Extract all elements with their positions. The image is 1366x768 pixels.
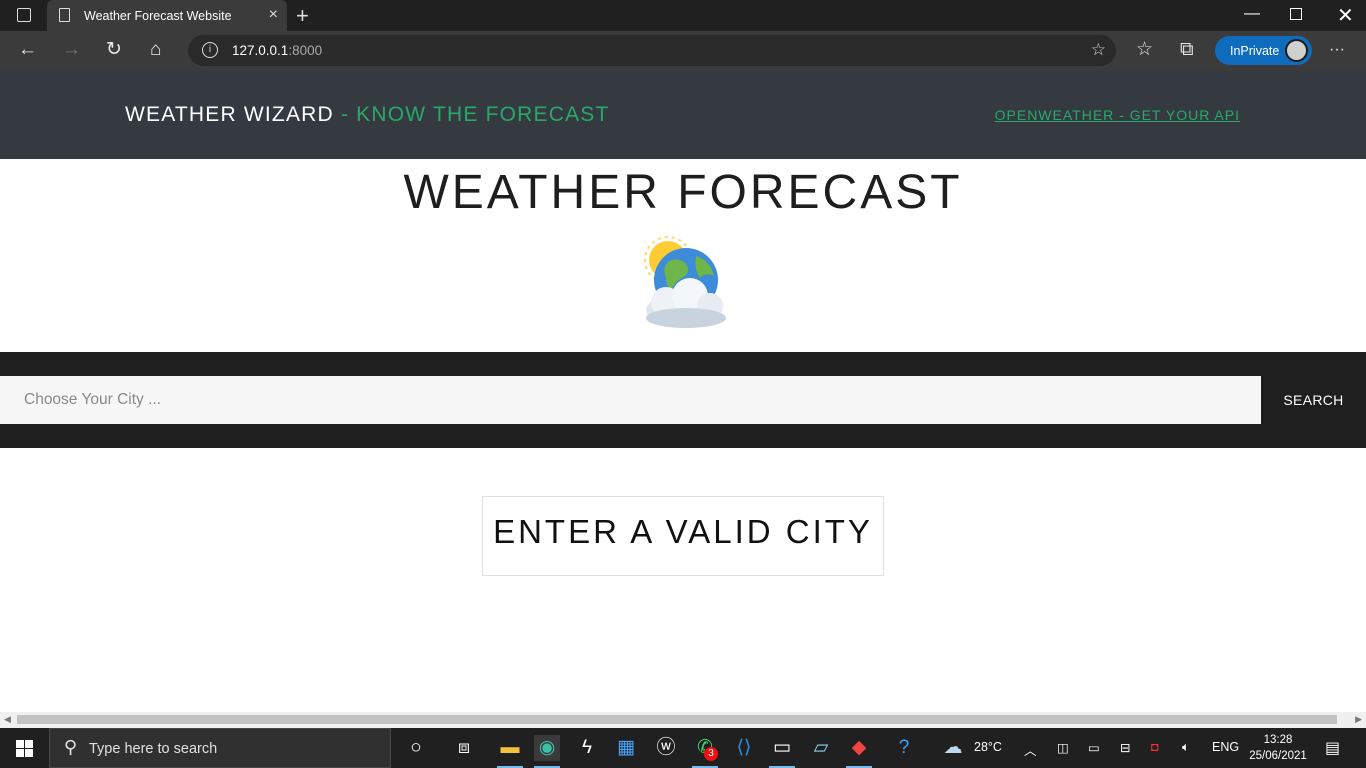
clock-time: 13:28 (1263, 734, 1293, 746)
network-icon[interactable]: ⊟ (1120, 740, 1130, 755)
site-brand[interactable]: WEATHER WIZARD - KNOW THE FORECAST (125, 103, 610, 127)
scroll-right-icon[interactable]: ▶ (1355, 714, 1362, 725)
word-app-icon[interactable]: ⓦ (653, 735, 679, 761)
browser-tab-strip: Weather Forecast Website × + — ✕ (0, 0, 1366, 31)
site-info-icon[interactable]: i (202, 42, 218, 58)
avatar (1285, 39, 1308, 62)
forward-icon[interactable]: → (62, 40, 81, 60)
address-bar[interactable]: i 127.0.0.1:8000 ☆ (188, 35, 1116, 66)
taskbar-search-placeholder: Type here to search (89, 741, 218, 757)
add-favorite-icon[interactable]: ☆ (1091, 40, 1106, 60)
tab-title: Weather Forecast Website (84, 9, 232, 23)
taskbar-clock[interactable]: 13:28 25/06/2021 (1246, 732, 1310, 764)
close-window-icon[interactable]: ✕ (1337, 3, 1354, 28)
minimize-icon[interactable]: — (1244, 5, 1260, 23)
search-icon: ⚲ (64, 737, 78, 757)
city-search-input[interactable] (0, 376, 1261, 424)
close-tab-icon[interactable]: × (269, 6, 278, 24)
scrollbar-thumb[interactable] (17, 715, 1337, 724)
collections-icon[interactable]: ⧉ (1180, 40, 1194, 60)
language-indicator[interactable]: ENG (1212, 740, 1239, 754)
git-icon[interactable]: ◆ (846, 735, 872, 768)
weather-temperature[interactable]: 28°C (974, 740, 1002, 754)
clock-date: 25/06/2021 (1249, 750, 1307, 762)
new-tab-icon[interactable]: + (296, 3, 309, 29)
more-options-icon[interactable]: ··· (1329, 40, 1345, 60)
vscode-icon[interactable]: ⟨⟩ (731, 735, 757, 761)
scroll-left-icon[interactable]: ◀ (4, 714, 11, 725)
whatsapp-badge: 3 (704, 747, 718, 761)
inprivate-label: InPrivate (1230, 44, 1280, 58)
page-title: WEATHER FORECAST (403, 166, 963, 219)
cortana-icon[interactable]: ○ (403, 735, 429, 761)
terminal-icon[interactable]: ▭ (769, 735, 795, 768)
inprivate-profile-button[interactable]: InPrivate (1215, 36, 1312, 65)
page-icon (59, 8, 70, 22)
windows-start-icon[interactable] (16, 740, 33, 757)
search-section: SEARCH (0, 352, 1366, 448)
whatsapp-icon[interactable]: ✆ 3 (692, 735, 718, 768)
meet-now-icon[interactable]: ◫ (1057, 740, 1069, 755)
favorites-icon[interactable]: ☆ (1136, 40, 1153, 60)
browser-tab[interactable]: Weather Forecast Website × (47, 0, 287, 31)
microsoft-store-icon[interactable]: ▦ (613, 735, 639, 761)
action-center-icon[interactable]: ▤ (1325, 738, 1340, 758)
taskbar-search-box[interactable]: ⚲ Type here to search (49, 728, 391, 768)
home-icon[interactable]: ⌂ (150, 40, 161, 60)
url-text: 127.0.0.1:8000 (232, 43, 323, 58)
tab-actions-icon[interactable] (17, 8, 31, 22)
battery-icon[interactable]: ▭ (1088, 740, 1100, 755)
back-icon[interactable]: ← (18, 40, 37, 60)
file-explorer-icon[interactable]: ▬ (497, 735, 523, 768)
notification-badge-icon[interactable]: ◘ (1151, 740, 1159, 754)
windows-taskbar: ⚲ Type here to search ○ ⧈ ▬ ◉ ϟ ▦ ⓦ ✆ 3 … (0, 728, 1366, 768)
brand-tagline: - KNOW THE FORECAST (333, 103, 610, 126)
brand-name: WEATHER WIZARD (125, 103, 334, 126)
help-icon[interactable]: ? (891, 735, 917, 761)
site-navbar: WEATHER WIZARD - KNOW THE FORECAST OPENW… (0, 71, 1366, 159)
horizontal-scrollbar[interactable]: ◀ ▶ (0, 712, 1366, 728)
show-hidden-icons-icon[interactable]: ︿ (1024, 740, 1037, 759)
notepad-icon[interactable]: ▱ (808, 735, 834, 761)
error-message: ENTER A VALID CITY (482, 496, 884, 576)
task-view-icon[interactable]: ⧈ (451, 735, 477, 761)
sublime-text-icon[interactable]: ϟ (574, 735, 600, 761)
browser-toolbar: ← → ↻ ⌂ i 127.0.0.1:8000 ☆ ☆ ⧉ InPrivate… (0, 31, 1366, 71)
refresh-icon[interactable]: ↻ (106, 40, 122, 60)
edge-browser-icon[interactable]: ◉ (534, 735, 560, 768)
restore-icon[interactable] (1290, 8, 1302, 20)
search-button[interactable]: SEARCH (1261, 376, 1366, 424)
volume-icon[interactable]: 🔈︎ (1182, 740, 1190, 755)
openweather-api-link[interactable]: OPENWEATHER - GET YOUR API (995, 107, 1240, 123)
sun-behind-cloud-globe-icon (644, 236, 726, 328)
weather-cloud-icon[interactable]: ☁ (940, 735, 966, 761)
